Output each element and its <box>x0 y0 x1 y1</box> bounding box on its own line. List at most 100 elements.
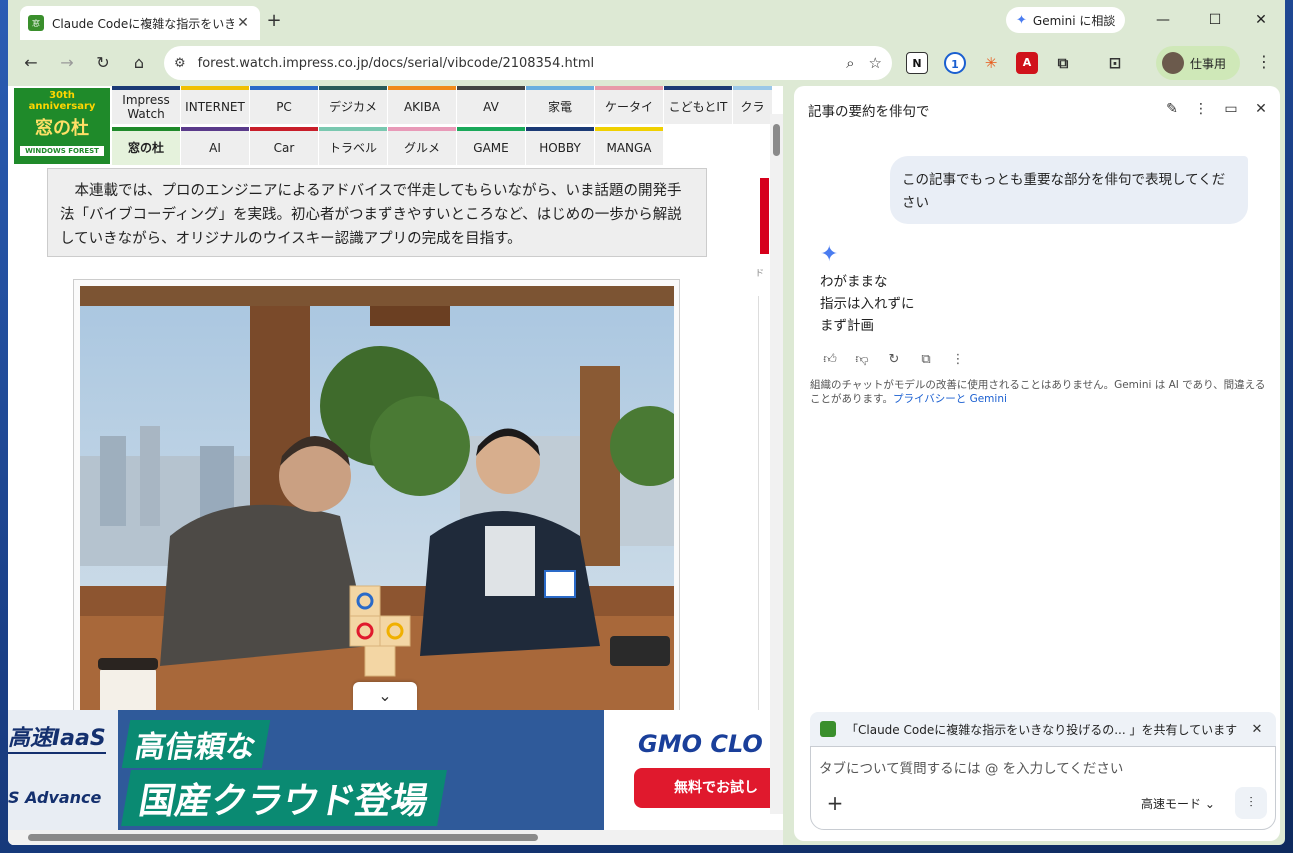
gemini-spark-icon: ✦ <box>1016 12 1027 28</box>
home-icon: ⌂ <box>133 53 145 72</box>
maximize-button[interactable]: ☐ <box>1200 8 1230 32</box>
close-tab-icon[interactable]: ✕ <box>234 14 252 32</box>
back-button[interactable]: ← <box>18 50 44 76</box>
logo-name: 窓の杜 <box>35 118 89 139</box>
privacy-link[interactable]: プライバシーと Gemini <box>893 393 1007 405</box>
ad-headline-panel: 高信頼な 国産クラウド登場 <box>118 710 604 830</box>
browser-menu-icon[interactable]: ⋮ <box>1254 52 1274 74</box>
avatar <box>1162 52 1184 74</box>
gemini-button[interactable]: ✦ Gemini に相談 <box>1006 7 1126 33</box>
close-window-button[interactable]: ✕ <box>1246 8 1276 32</box>
pdf-extension-icon[interactable]: A <box>1016 52 1038 74</box>
add-attachment-icon[interactable]: + <box>823 791 847 815</box>
article-photo-frame <box>73 279 680 719</box>
zoom-icon[interactable]: ⌕ <box>846 54 854 72</box>
forward-button[interactable]: → <box>54 50 80 76</box>
nav-kodomo-it[interactable]: こどもとIT <box>664 86 732 124</box>
prompt-box: + 高速モード ⌄ ⫶ <box>810 746 1276 830</box>
title-bar: 窓 Claude Codeに複雑な指示をいき ✕ + ✦ Gemini に相談 … <box>8 0 1285 40</box>
ad-headline-2: 国産クラウド登場 <box>121 770 447 826</box>
browser-tab[interactable]: 窓 Claude Codeに複雑な指示をいき ✕ <box>20 6 260 40</box>
nav-impress-watch[interactable]: Impress Watch <box>112 86 180 124</box>
site-navigation: Impress Watch INTERNET PC デジカメ AKIBA AV … <box>112 86 772 165</box>
nav-travel[interactable]: トラベル <box>319 127 387 165</box>
gemini-side-panel: 記事の要約を俳句で ✎ ⋮ ▭ ✕ この記事でもっとも重要な部分を俳句で表現して… <box>794 86 1280 841</box>
logo-sub: WINDOWS FOREST <box>20 146 104 156</box>
reply-line-1: わがままな <box>820 274 888 290</box>
url-text: forest.watch.impress.co.jp/docs/serial/v… <box>197 55 595 71</box>
address-bar[interactable]: ⚙ forest.watch.impress.co.jp/docs/serial… <box>164 46 892 80</box>
reload-icon: ↻ <box>96 53 110 72</box>
panel-menu-icon[interactable]: ⋮ <box>1190 98 1212 120</box>
new-chat-icon[interactable]: ✎ <box>1161 98 1183 120</box>
close-panel-icon[interactable]: ✕ <box>1250 98 1272 120</box>
regenerate-icon[interactable]: ↻ <box>884 350 904 370</box>
arrow-right-icon: → <box>60 53 74 72</box>
browser-window: 窓 Claude Codeに複雑な指示をいき ✕ + ✦ Gemini に相談 … <box>8 0 1285 845</box>
minimize-button[interactable]: — <box>1148 8 1178 32</box>
nav-hobby[interactable]: HOBBY <box>526 127 594 165</box>
page-horizontal-scrollbar[interactable] <box>8 830 783 845</box>
nav-car[interactable]: Car <box>250 127 318 165</box>
collapse-ad-button[interactable]: ⌄ <box>353 682 417 710</box>
prompt-input[interactable] <box>819 757 1259 781</box>
ad-left-panel: 高速IaaS S Advance <box>8 710 118 830</box>
nav-ai[interactable]: AI <box>181 127 249 165</box>
mode-selector[interactable]: 高速モード ⌄ <box>1141 795 1215 812</box>
gemini-spark-icon: ✦ <box>820 242 839 267</box>
nav-madonomori[interactable]: 窓の杜 <box>112 127 180 165</box>
ad-brand-logo: GMO CLO <box>638 730 763 758</box>
profile-label: 仕事用 <box>1190 56 1227 71</box>
tab-search-icon[interactable]: ⊡ <box>1104 52 1126 74</box>
voice-input-icon[interactable]: ⫶ <box>1235 787 1267 819</box>
nav-keitai[interactable]: ケータイ <box>595 86 663 124</box>
article-lead: 本連載では、プロのエンジニアによるアドバイスで伴走してもらいながら、いま話題の開… <box>47 168 707 257</box>
site-favicon-icon: 窓 <box>28 15 44 31</box>
profile-button[interactable]: 仕事用 <box>1156 46 1240 80</box>
thumbs-up-icon[interactable]: 👍︎ <box>820 350 840 370</box>
password-extension-icon[interactable]: 1 <box>944 52 966 74</box>
reload-button[interactable]: ↻ <box>90 50 116 76</box>
nav-akiba[interactable]: AKIBA <box>388 86 456 124</box>
nav-av[interactable]: AV <box>457 86 525 124</box>
page-vertical-scrollbar[interactable] <box>770 114 783 814</box>
nav-manga[interactable]: MANGA <box>595 127 663 165</box>
sparkle-extension-icon[interactable]: ✳ <box>980 52 1002 74</box>
pop-out-icon[interactable]: ▭ <box>1220 98 1242 120</box>
site-settings-icon[interactable]: ⚙ <box>174 56 186 71</box>
user-message: この記事でもっとも重要な部分を俳句で表現してください <box>890 156 1248 224</box>
ad-headline-1: 高信頼な <box>121 720 271 768</box>
ad-cta-button[interactable]: 無料でお試し <box>634 768 770 808</box>
new-tab-button[interactable]: + <box>262 10 286 34</box>
extensions-puzzle-icon[interactable]: ⧉ <box>1052 52 1074 74</box>
article-photo[interactable] <box>80 286 674 716</box>
ad-brand-panel: GMO CLO 無料でお試し <box>604 710 770 830</box>
ad-left-title: 高速IaaS <box>8 720 106 754</box>
privacy-notice: 組織のチャットがモデルの改善に使用されることはありません。Gemini は AI… <box>810 378 1266 406</box>
arrow-left-icon: ← <box>24 53 38 72</box>
stop-sharing-icon[interactable]: ✕ <box>1248 722 1266 737</box>
reply-line-2: 指示は入れずに <box>820 296 915 312</box>
more-options-icon[interactable]: ⋮ <box>948 350 968 370</box>
shared-tab-favicon-icon <box>820 721 836 737</box>
tab-title: Claude Codeに複雑な指示をいき <box>52 16 234 31</box>
site-logo[interactable]: 30th anniversary 窓の杜 WINDOWS FOREST <box>14 88 110 164</box>
nav-kaden[interactable]: 家電 <box>526 86 594 124</box>
bookmark-star-icon[interactable]: ☆ <box>869 54 882 72</box>
chevron-down-icon: ⌄ <box>378 686 392 705</box>
nav-digicame[interactable]: デジカメ <box>319 86 387 124</box>
sidebar-red-banner[interactable] <box>760 178 769 254</box>
home-button[interactable]: ⌂ <box>126 50 152 76</box>
horizontal-scroll-thumb[interactable] <box>28 834 538 841</box>
nav-game[interactable]: GAME <box>457 127 525 165</box>
copy-icon[interactable]: ⧉ <box>916 350 936 370</box>
advertisement-banner[interactable]: 高速IaaS S Advance 高信頼な 国産クラウド登場 GMO CLO 無… <box>8 710 770 830</box>
vertical-scroll-thumb[interactable] <box>773 124 780 156</box>
nav-gourmet[interactable]: グルメ <box>388 127 456 165</box>
nav-pc[interactable]: PC <box>250 86 318 124</box>
thumbs-down-icon[interactable]: 👎︎ <box>852 350 872 370</box>
nav-cloud[interactable]: クラ <box>733 86 772 124</box>
notion-extension-icon[interactable]: N <box>906 52 928 74</box>
nav-internet[interactable]: INTERNET <box>181 86 249 124</box>
sidebar-label: ド <box>755 269 765 279</box>
